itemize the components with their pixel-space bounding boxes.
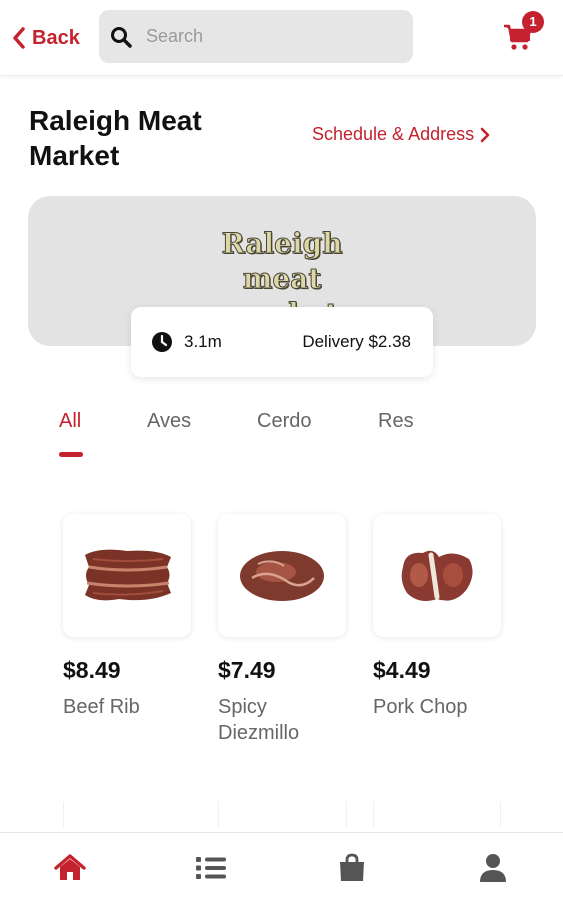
product-image[interactable] [373, 514, 501, 637]
schedule-address-link[interactable]: Schedule & Address [312, 124, 490, 145]
cart-button[interactable]: 1 [503, 11, 544, 52]
beef-rib-image [85, 549, 171, 600]
bag-icon [340, 853, 364, 881]
home-icon [54, 854, 86, 880]
list-icon [196, 857, 226, 879]
product-price: $7.49 [218, 657, 276, 683]
divider [218, 802, 219, 828]
divider [500, 802, 501, 828]
product-card[interactable]: $4.49 Pork Chop [373, 514, 501, 720]
product-name: Spicy Diezmillo [218, 696, 300, 744]
clock-icon [152, 332, 172, 352]
cart-count-badge: 1 [522, 11, 544, 33]
product-image[interactable] [218, 514, 346, 637]
product-name: Pork Chop [373, 696, 468, 718]
diezmillo-steak-image [240, 550, 324, 601]
delivery-time: 3.1m [151, 331, 222, 353]
product-price: $8.49 [63, 657, 121, 683]
active-tab-indicator [59, 452, 83, 457]
product-card[interactable]: $8.49 Beef Rib [63, 514, 191, 720]
divider [63, 802, 64, 828]
back-button[interactable]: Back [12, 24, 80, 52]
chevron-left-icon [13, 27, 25, 49]
store-title: Raleigh Meat Market [29, 105, 202, 171]
schedule-address-label: Schedule & Address [312, 124, 475, 144]
bottom-navigation [0, 832, 563, 900]
tab-res[interactable]: Res [378, 410, 414, 433]
pork-chop-image [401, 550, 473, 601]
tab-aves[interactable]: Aves [147, 410, 191, 433]
search-bar[interactable] [99, 10, 413, 63]
product-card[interactable]: $7.49 Spicy Diezmillo [218, 514, 346, 746]
delivery-fee: Delivery $2.38 [302, 332, 411, 351]
nav-profile[interactable] [476, 851, 510, 885]
divider [346, 802, 347, 828]
back-label: Back [32, 26, 80, 49]
product-price: $4.49 [373, 657, 431, 683]
nav-list[interactable] [194, 851, 228, 885]
tab-cerdo[interactable]: Cerdo [257, 410, 311, 433]
store-info-card: 3.1m Delivery $2.38 [131, 307, 433, 377]
divider [373, 802, 374, 828]
search-input[interactable] [146, 26, 386, 47]
user-icon [480, 854, 506, 882]
nav-home[interactable] [53, 851, 87, 885]
chevron-right-icon [480, 127, 490, 142]
product-image[interactable] [63, 514, 191, 637]
search-icon [111, 26, 132, 48]
nav-orders[interactable] [335, 851, 369, 885]
tab-all[interactable]: All [59, 410, 81, 433]
category-tabs: All Aves Cerdo Res [0, 406, 563, 462]
product-name: Beef Rib [63, 696, 140, 718]
delivery-time-value: 3.1m [184, 332, 222, 351]
top-bar: Back 1 [0, 0, 563, 76]
